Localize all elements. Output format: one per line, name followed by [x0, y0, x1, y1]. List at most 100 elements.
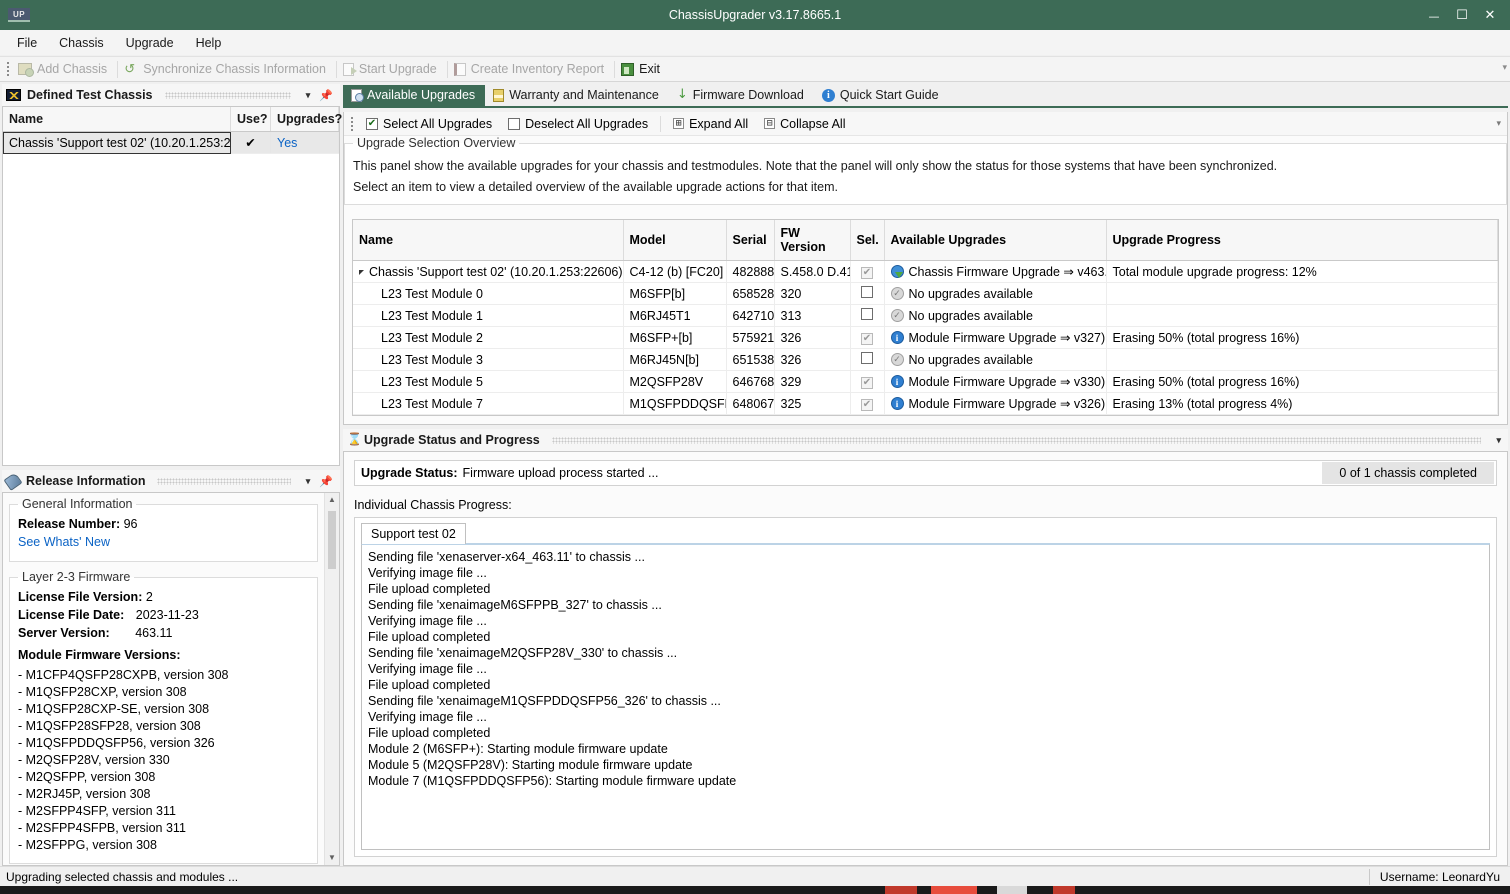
chassis-icon [6, 89, 21, 101]
module-versions-label: Module Firmware Versions: [18, 648, 181, 662]
toolbar-grip[interactable] [4, 60, 12, 78]
table-row[interactable]: Chassis 'Support test 02' (10.20.1.253:2… [3, 131, 339, 154]
license-version-row: License File Version: 2 [18, 590, 309, 604]
scrollbar-track[interactable] [325, 507, 339, 851]
log-line: Verifying image file ... [368, 662, 487, 676]
row-sel-checkbox-icon[interactable]: ✔ [861, 376, 873, 389]
scroll-up-icon[interactable]: ▲ [328, 493, 336, 507]
expander-triangle-icon[interactable] [359, 269, 364, 275]
taskbar-segment [977, 886, 997, 894]
select-all-upgrades-button[interactable]: ✔ Select All Upgrades [358, 115, 500, 133]
start-upgrade-button[interactable]: Start Upgrade [339, 60, 445, 78]
menu-file[interactable]: File [6, 33, 48, 53]
upgrade-status-text: Firmware upload process started ... [462, 466, 659, 480]
scrollbar-thumb[interactable] [328, 511, 336, 569]
exit-button[interactable]: Exit [617, 60, 668, 78]
command-bar-grip[interactable] [348, 115, 356, 133]
panel-drag-dots[interactable] [157, 477, 291, 485]
row-available-upgrade: i Module Firmware Upgrade ⇒ v330) [884, 370, 1107, 393]
deselect-all-checkbox-icon[interactable] [508, 117, 521, 130]
col-upgrade-progress[interactable]: Upgrade Progress [1106, 220, 1498, 261]
row-sel-checkbox-icon[interactable]: ✔ [861, 332, 873, 345]
table-row[interactable]: L23 Test Module 0 M6SFP[b] 658528 320 ✓ N… [353, 282, 1498, 305]
chassis-col-use[interactable]: Use? [230, 107, 271, 132]
log-line: Sending file 'xenaimageM2QSFP28V_330' to… [368, 646, 678, 660]
maximize-icon[interactable]: ☐ [1448, 2, 1476, 28]
col-available-upgrades[interactable]: Available Upgrades [884, 220, 1107, 261]
table-row[interactable]: L23 Test Module 2 M6SFP+[b] 575921 326 ✔… [353, 326, 1498, 349]
chevron-down-icon[interactable]: ▾ [1493, 435, 1504, 446]
scroll-down-icon[interactable]: ▼ [328, 851, 336, 865]
table-row[interactable]: L23 Test Module 7 M1QSFPDDQSFP56 648067 … [353, 392, 1498, 415]
pin-icon[interactable]: 📌 [319, 89, 336, 102]
create-inventory-report-button[interactable]: Create Inventory Report [450, 60, 612, 78]
row-sel[interactable] [850, 304, 885, 327]
chassis-col-upgrades[interactable]: Upgrades? [270, 107, 342, 132]
individual-progress-label: Individual Chassis Progress: [354, 498, 512, 512]
window-title: ChassisUpgrader v3.17.8665.1 [668, 8, 842, 22]
tab-support-test-02[interactable]: Support test 02 [361, 523, 466, 544]
whats-new-link[interactable]: See Whats' New [18, 535, 309, 549]
progress-log[interactable]: Sending file 'xenaserver-x64_463.11' to … [361, 544, 1490, 850]
expand-all-icon: ⊞ [673, 118, 685, 129]
close-icon[interactable]: ✕ [1476, 2, 1504, 28]
menu-upgrade[interactable]: Upgrade [115, 33, 185, 53]
synchronize-chassis-button[interactable]: ↺ Synchronize Chassis Information [120, 60, 334, 78]
col-serial[interactable]: Serial [726, 220, 775, 261]
row-sel[interactable]: ✔ [850, 392, 885, 415]
tab-quick-start-guide[interactable]: i Quick Start Guide [814, 85, 949, 106]
add-chassis-button[interactable]: Add Chassis [14, 60, 115, 78]
collapse-all-button[interactable]: ⊟ Collapse All [756, 115, 853, 133]
row-sel[interactable]: ✔ [850, 260, 885, 283]
panel-drag-dots[interactable] [551, 436, 1482, 444]
list-item: - M1QSFPDDQSFP56, version 326 [18, 736, 215, 750]
col-name[interactable]: Name [353, 220, 624, 261]
row-sel[interactable]: ✔ [850, 370, 885, 393]
table-row[interactable]: Chassis 'Support test 02' (10.20.1.253:2… [353, 260, 1498, 283]
tab-firmware-download[interactable]: ↓ Firmware Download [669, 85, 814, 106]
menu-help[interactable]: Help [185, 33, 233, 53]
upgrades-table: Name Model Serial FW Version Sel. Availa… [353, 220, 1498, 415]
command-bar-overflow-icon[interactable]: ▾ [1496, 118, 1507, 129]
row-sel-checkbox-icon[interactable]: ✔ [861, 398, 873, 411]
tab-warranty-and-maintenance[interactable]: Warranty and Maintenance [485, 85, 669, 106]
module-versions-list: - M1CFP4QSFP28CXPB, version 308 - M1QSFP… [18, 668, 309, 852]
row-available-upgrade: ✓ No upgrades available [884, 304, 1107, 327]
col-fw-version[interactable]: FW Version [774, 220, 851, 261]
release-number-value: 96 [123, 517, 138, 531]
list-item: - M2QSFP28V, version 330 [18, 753, 170, 767]
row-sel-checkbox-icon[interactable] [861, 308, 873, 320]
chassis-col-name[interactable]: Name [3, 107, 231, 132]
pin-icon[interactable]: 📌 [319, 475, 336, 488]
row-sel-checkbox-icon[interactable] [861, 286, 873, 298]
toolbar-overflow-icon[interactable]: ▾ [1502, 62, 1507, 73]
table-row[interactable]: L23 Test Module 3 M6RJ45N[b] 651538 326 … [353, 348, 1498, 371]
col-sel[interactable]: Sel. [850, 220, 885, 261]
chassis-row-use[interactable]: ✔ [230, 131, 271, 154]
sync-icon: ↺ [124, 60, 136, 76]
minimize-icon[interactable]: — [1420, 2, 1448, 28]
row-fw-version: S.458.0 D.41 [774, 260, 851, 283]
row-sel[interactable] [850, 282, 885, 305]
row-sel-checkbox-icon[interactable] [861, 352, 873, 364]
add-chassis-label: Add Chassis [37, 62, 108, 76]
row-sel[interactable]: ✔ [850, 326, 885, 349]
chassis-row-upgrades[interactable]: Yes [270, 131, 339, 154]
expand-all-button[interactable]: ⊞ Expand All [665, 115, 756, 133]
col-model[interactable]: Model [623, 220, 727, 261]
menu-chassis[interactable]: Chassis [48, 33, 114, 53]
chevron-down-icon[interactable]: ▾ [303, 476, 314, 487]
start-upgrade-icon [342, 62, 357, 76]
release-info-scrollbar[interactable]: ▲ ▼ [324, 493, 339, 865]
chevron-down-icon[interactable]: ▾ [303, 90, 314, 101]
tab-available-upgrades[interactable]: Available Upgrades [343, 85, 486, 106]
row-sel-checkbox-icon[interactable]: ✔ [861, 266, 873, 279]
row-progress [1106, 282, 1498, 305]
select-all-checkbox-icon[interactable]: ✔ [366, 117, 378, 130]
deselect-all-upgrades-button[interactable]: Deselect All Upgrades [500, 115, 656, 133]
list-item: - M2SFPP4SFP, version 311 [18, 804, 176, 818]
table-row[interactable]: L23 Test Module 5 M2QSFP28V 646768 329 ✔… [353, 370, 1498, 393]
panel-drag-dots[interactable] [164, 91, 291, 99]
row-sel[interactable] [850, 348, 885, 371]
table-row[interactable]: L23 Test Module 1 M6RJ45T1 642710 313 ✓ N… [353, 304, 1498, 327]
